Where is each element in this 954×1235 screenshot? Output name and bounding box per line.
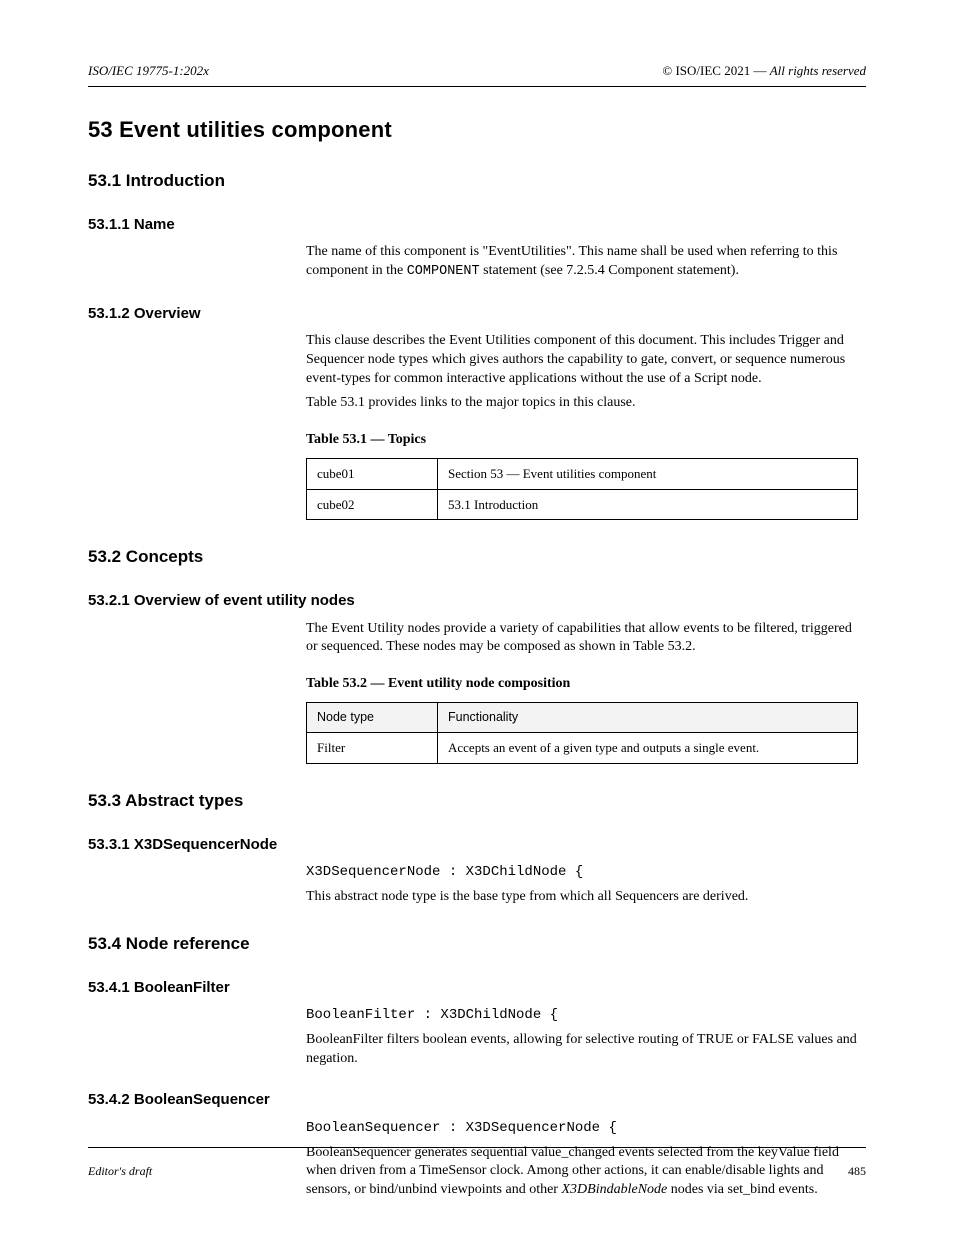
header-rights: © ISO/IEC 2021 — All rights reserved bbox=[662, 62, 866, 80]
table-header-row: Node type Functionality bbox=[307, 703, 858, 733]
heading-53-2-1: 53.2.1 Overview of event utility nodes bbox=[88, 591, 866, 611]
header-rule bbox=[88, 86, 866, 87]
code-53-4-1: BooleanFilter : X3DChildNode { bbox=[306, 1006, 866, 1025]
heading-53-1-2: 53.1.2 Overview bbox=[88, 304, 866, 324]
para-53-4-2: BooleanSequencer generates sequential va… bbox=[306, 1144, 866, 1201]
page-title: 53 Event utilities component bbox=[88, 115, 866, 145]
table-53-1: cube01 Section 53 — Event utilities comp… bbox=[306, 458, 858, 520]
table-row: Filter Accepts an event of a given type … bbox=[307, 733, 858, 764]
table-53-2-caption: Table 53.2 — Event utility node composit… bbox=[306, 675, 866, 694]
table-cell: Accepts an event of a given type and out… bbox=[438, 733, 858, 764]
table-cell: Section 53 — Event utilities component bbox=[438, 459, 858, 490]
para-53-4-1: BooleanFilter filters boolean events, al… bbox=[306, 1031, 866, 1069]
para-53-1-1: The name of this component is "EventUtil… bbox=[306, 243, 866, 281]
heading-53-4-2: 53.4.2 BooleanSequencer bbox=[88, 1090, 866, 1110]
para-53-1-2b: Table 53.1 provides links to the major t… bbox=[306, 394, 866, 413]
para-53-1-2a: This clause describes the Event Utilitie… bbox=[306, 332, 866, 389]
heading-53-2: 53.2 Concepts bbox=[88, 546, 866, 569]
table-header: Functionality bbox=[438, 703, 858, 733]
table-53-1-caption: Table 53.1 — Topics bbox=[306, 431, 866, 450]
code-53-3-1: X3DSequencerNode : X3DChildNode { bbox=[306, 863, 866, 882]
table-cell: Filter bbox=[307, 733, 438, 764]
para-53-3-1: This abstract node type is the base type… bbox=[306, 888, 866, 907]
heading-53-4-1: 53.4.1 BooleanFilter bbox=[88, 978, 866, 998]
heading-53-4: 53.4 Node reference bbox=[88, 933, 866, 956]
table-53-2: Node type Functionality Filter Accepts a… bbox=[306, 702, 858, 763]
code-53-4-2: BooleanSequencer : X3DSequencerNode { bbox=[306, 1119, 866, 1138]
footer-left: Editor's draft bbox=[88, 1163, 152, 1179]
page-number: 485 bbox=[848, 1163, 866, 1179]
table-header: Node type bbox=[307, 703, 438, 733]
running-header: ISO/IEC 19775-1:202x © ISO/IEC 2021 — Al… bbox=[88, 62, 866, 86]
heading-53-1-1: 53.1.1 Name bbox=[88, 215, 866, 235]
table-row: cube02 53.1 Introduction bbox=[307, 489, 858, 520]
heading-53-1: 53.1 Introduction bbox=[88, 170, 866, 193]
table-cell: 53.1 Introduction bbox=[438, 489, 858, 520]
heading-53-3-1: 53.3.1 X3DSequencerNode bbox=[88, 835, 866, 855]
table-cell: cube01 bbox=[307, 459, 438, 490]
footer-rule bbox=[88, 1147, 866, 1148]
para-53-2-1: The Event Utility nodes provide a variet… bbox=[306, 620, 866, 658]
heading-53-3: 53.3 Abstract types bbox=[88, 790, 866, 813]
table-cell: cube02 bbox=[307, 489, 438, 520]
header-spec: ISO/IEC 19775-1:202x bbox=[88, 62, 209, 80]
table-row: cube01 Section 53 — Event utilities comp… bbox=[307, 459, 858, 490]
